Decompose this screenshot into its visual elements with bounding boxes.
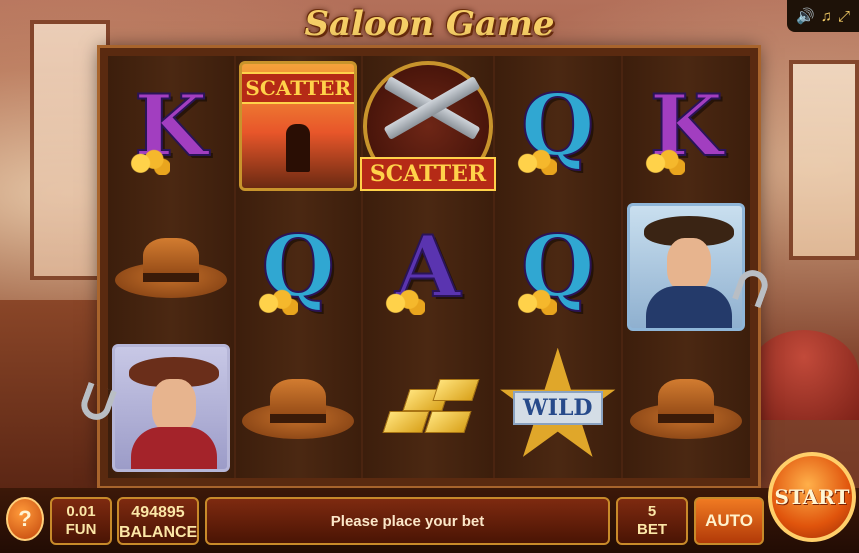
bet-label: BET [637, 521, 667, 538]
saloon-window-right [789, 60, 859, 260]
speaker-icon[interactable]: 🔊 [796, 7, 815, 25]
cowboy-hat-icon [114, 228, 227, 306]
saloon-window-left [30, 20, 110, 280]
bet-value: 5 [647, 503, 657, 520]
symbol-a: A [363, 197, 493, 338]
auto-label: AUTO [705, 511, 753, 530]
reel-2: SCATTER Q [235, 56, 363, 478]
scatter-cowboy-icon: SCATTER [239, 61, 358, 192]
symbol-k: K [623, 56, 751, 197]
symbol-cowboy-man [623, 197, 751, 338]
help-button[interactable]: ? [6, 497, 44, 541]
fullscreen-icon[interactable]: ⤢ [838, 8, 850, 25]
symbol-q: Q [495, 197, 621, 338]
reel-3: SCATTER A [359, 56, 497, 478]
coin-value: 0.01 [66, 503, 96, 520]
sheriff-star-icon: WILD [498, 347, 618, 468]
symbol-gold-bars [363, 337, 493, 478]
gold-coins-icon [515, 289, 557, 316]
scatter-label: SCATTER [242, 72, 355, 105]
scatter-label: SCATTER [359, 157, 497, 192]
symbol-cowgirl [108, 337, 234, 478]
symbol-cowboy-hat [108, 197, 234, 338]
symbol-scatter-cowboy: SCATTER [236, 56, 362, 197]
reel-1: K [108, 56, 236, 478]
start-spin-button[interactable]: START [768, 452, 856, 542]
currency-label: FUN [65, 521, 97, 538]
bet-selector[interactable]: 5 BET [616, 497, 688, 545]
cowboy-hat-icon [242, 369, 355, 447]
balance-value: 494895 [131, 504, 185, 521]
balance-display: 494895 BALANCE [117, 497, 199, 545]
gold-coins-icon [642, 148, 685, 175]
cowboy-hat-icon [630, 369, 743, 447]
status-message: Please place your bet [330, 512, 485, 530]
cowboy-portrait-icon [627, 202, 746, 331]
crossed-revolvers-icon: SCATTER [359, 61, 497, 192]
reels-grid: K SCATTER Q SCATTER A Q Q WILD K [108, 56, 750, 478]
music-note-icon[interactable]: ♫ [821, 8, 832, 25]
gold-bars-icon [378, 373, 480, 443]
symbol-scatter-guns: SCATTER [359, 56, 497, 197]
reel-4: Q Q WILD [495, 56, 623, 478]
symbol-wild: WILD [495, 337, 621, 478]
gold-coins-icon [255, 289, 298, 316]
symbol-cowboy-hat [623, 337, 751, 478]
saloon-table [749, 330, 859, 420]
start-label: START [774, 485, 850, 509]
cowgirl-portrait-icon [111, 343, 230, 472]
wild-label: WILD [512, 390, 603, 425]
gold-coins-icon [383, 289, 425, 316]
reel-frame: K SCATTER Q SCATTER A Q Q WILD K [100, 48, 758, 486]
auto-spin-button[interactable]: AUTO [694, 497, 764, 545]
reel-5: K [622, 56, 751, 478]
symbol-q: Q [495, 56, 621, 197]
audio-panel: 🔊 ♫ ⤢ [787, 0, 859, 32]
symbol-q: Q [236, 197, 362, 338]
symbol-k: K [108, 56, 234, 197]
balance-label: BALANCE [119, 524, 198, 541]
coin-value-selector[interactable]: 0.01 FUN [50, 497, 112, 545]
symbol-cowboy-hat [236, 337, 362, 478]
message-bar: Please place your bet [205, 497, 610, 545]
gold-coins-icon [515, 148, 557, 175]
gold-coins-icon [128, 148, 170, 175]
game-title: Saloon Game [304, 4, 555, 44]
